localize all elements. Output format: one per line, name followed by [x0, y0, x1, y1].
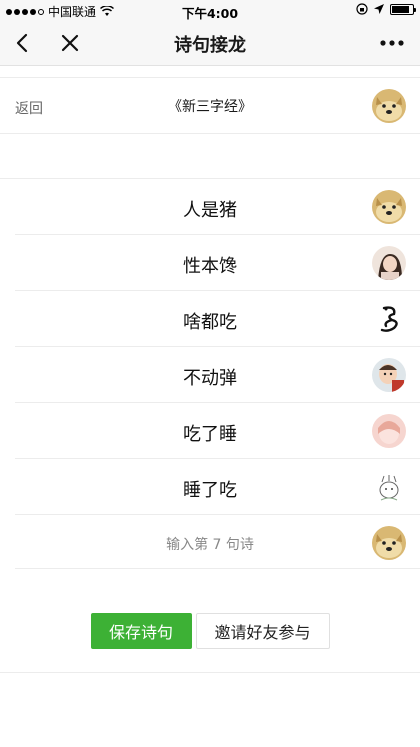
status-bar: 中国联通 下午4:00 [0, 0, 420, 21]
more-button[interactable] [378, 29, 406, 57]
invite-button[interactable]: 邀请好友参与 [195, 613, 330, 649]
page-title: 诗句接龙 [174, 35, 246, 56]
list-item: 不动弹 [15, 347, 420, 403]
poem-line: 性本馋 [183, 256, 237, 277]
doge-avatar-icon [372, 190, 406, 224]
action-buttons: 保存诗句 邀请好友参与 [0, 613, 420, 649]
poem-line: 不动弹 [183, 368, 237, 389]
book-title: 《新三字经》 [168, 99, 252, 115]
avatar[interactable] [372, 89, 406, 123]
more-icon [380, 40, 404, 46]
poem-line: 吃了睡 [183, 424, 237, 445]
avatar[interactable] [372, 470, 406, 504]
baby-avatar-icon [372, 358, 406, 392]
avatar[interactable] [372, 302, 406, 336]
avatar[interactable] [372, 358, 406, 392]
avatar[interactable] [372, 526, 406, 560]
poem-input[interactable]: 输入第 7 句诗 [0, 534, 420, 554]
orientation-lock-icon [356, 3, 368, 15]
avatar[interactable] [372, 414, 406, 448]
header-row: 返回 《新三字经》 [0, 77, 420, 134]
dragon-avatar-icon [372, 302, 406, 336]
save-button[interactable]: 保存诗句 [90, 613, 192, 649]
location-icon [374, 4, 384, 14]
list-item: 性本馋 [15, 235, 420, 291]
list-item: 人是猪 [15, 179, 420, 235]
divider [0, 672, 420, 673]
doge-avatar-icon [372, 526, 406, 560]
sketch-avatar-icon [372, 470, 406, 504]
list-item: 睡了吃 [15, 459, 420, 515]
doge-avatar-icon [372, 89, 406, 123]
battery-icon [390, 3, 416, 15]
girl-avatar-icon [372, 246, 406, 280]
poem-line: 睡了吃 [183, 480, 237, 501]
poem-input-row[interactable]: 输入第 7 句诗 [15, 515, 420, 571]
list-item: 吃了睡 [15, 403, 420, 459]
poem-line: 啥都吃 [183, 312, 237, 333]
list-item: 啥都吃 [15, 291, 420, 347]
pink-avatar-icon [372, 414, 406, 448]
nav-bar: 诗句接龙 [0, 20, 420, 66]
poem-list: 人是猪 性本馋 啥都吃 不动弹 吃了睡 睡了吃 输入第 7 句诗 [0, 178, 420, 571]
avatar[interactable] [372, 246, 406, 280]
poem-line: 人是猪 [183, 200, 237, 221]
divider [15, 568, 420, 569]
status-right [356, 3, 416, 15]
avatar[interactable] [372, 190, 406, 224]
